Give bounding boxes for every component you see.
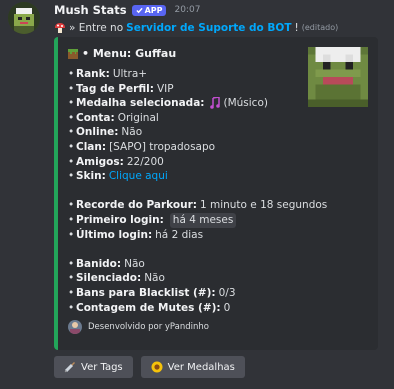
message-prefix: » Entre no [69,21,124,34]
field-online: • Online: Não [68,125,327,140]
view-tags-label: Ver Tags [81,361,123,373]
bullet: • [68,272,75,285]
field-value: 1 minuto e 18 segundos [199,199,328,212]
field-value: Ultra+ [112,68,148,80]
embed-fields: • Rank: Ultra+ • Tag de Perfil: VIP • Medalha… [68,67,327,315]
field-last-login: • Último login: há 2 dias [68,228,327,243]
field-friends: • Amigos: 22/200 [68,155,327,170]
field-label: Bans para Blacklist (#): [76,286,216,299]
field-label: Silenciado: [76,272,142,285]
field-label: Medalha selecionada: [76,97,205,110]
bullet: • [68,68,75,80]
field-account: • Conta: Original [68,111,327,126]
timestamp-chip[interactable]: há 4 meses [169,212,237,228]
field-value: [SAPO] tropadosapo [109,140,216,153]
bullet: • [68,213,75,226]
field-value: VIP [156,82,174,95]
footer-text: Desenvolvido por yPandinho [88,322,209,332]
field-label: Rank: [76,68,110,80]
view-tags-button[interactable]: Ver Tags [54,356,133,378]
app-badge: APP [131,4,167,16]
field-skin: • Skin: Clique aqui [68,169,327,184]
bullet: • [68,257,75,270]
field-label: Conta: [76,111,115,124]
field-label: Skin: [76,170,106,183]
field-value: há 2 dias [155,228,204,241]
bullet: • [68,228,75,241]
bullet: • [68,286,75,299]
bullet: • [68,82,75,95]
field-muted: • Silenciado: Não [68,271,327,286]
support-server-link[interactable]: Servidor de Suporte do BOT [126,22,291,34]
author-name[interactable]: Mush Stats [54,3,127,17]
grass-block-icon [68,48,78,59]
field-parkour-record: • Recorde do Parkour: 1 minuto e 18 segund… [68,198,327,213]
field-label: Clan: [76,140,107,153]
sunflower-icon [151,361,163,373]
field-mute-count: • Contagem de Mutes (#): 0 [68,301,327,316]
syringe-icon [64,362,75,373]
bullet: • [68,97,75,110]
timestamp[interactable]: 20:07 [174,5,200,15]
bullet: • [68,170,75,183]
bot-avatar[interactable] [8,2,40,34]
field-value: Não [124,257,145,270]
field-profile-tag: • Tag de Perfil: VIP [68,82,327,97]
field-value: Não [144,272,165,285]
field-label: Online: [76,126,119,139]
field-value: Não [121,126,143,139]
field-value: Original [117,111,159,124]
bullet: • [68,301,75,314]
message-suffix: ! [294,21,299,34]
embed-footer: Desenvolvido por yPandinho [68,320,209,334]
field-blacklist-bans: • Bans para Blacklist (#): 0/3 [68,286,327,301]
field-label: Amigos: [76,155,124,168]
view-medals-label: Ver Medalhas [167,361,235,373]
field-medal: • Medalha selecionada: (Músico) [68,96,327,111]
bullet: • [68,140,75,153]
field-first-login: • Primeiro login: há 4 meses [68,212,327,228]
embed-title-text: • Menu: Guffau [82,47,177,60]
bullet: • [68,111,75,124]
music-note-icon [210,97,221,110]
mushroom-icon [55,22,65,33]
bullet: • [68,155,75,168]
skin-link[interactable]: Clique aqui [109,169,168,184]
field-value: (Músico) [223,97,268,110]
field-value: 0 [223,301,231,314]
field-value: 0/3 [218,286,236,299]
field-label: Contagem de Mutes (#): [76,301,221,314]
embed-title: • Menu: Guffau [68,47,176,60]
view-medals-button[interactable]: Ver Medalhas [140,356,245,378]
message-header: Mush Stats APP 20:07 [54,2,200,18]
checkmark-icon [135,7,143,13]
action-buttons: Ver Tags Ver Medalhas [54,356,245,378]
bullet: • [68,199,75,212]
field-value: 22/200 [126,155,164,168]
bullet: • [68,126,75,139]
message-content: » Entre no Servidor de Suporte do BOT! (… [54,20,338,35]
field-label: Último login: [76,228,153,241]
field-banned: • Banido: Não [68,257,327,272]
footer-avatar [68,320,82,334]
edited-label: (editado) [301,23,339,32]
field-label: Tag de Perfil: [76,82,154,95]
app-badge-label: APP [144,5,163,15]
field-label: Primeiro login: [76,213,164,226]
field-rank: • Rank: Ultra+ [68,67,327,82]
profile-embed: • Menu: Guffau • Rank: Ultra+ • Tag de Perf… [54,37,378,350]
field-label: Recorde do Parkour: [76,199,197,212]
field-clan: • Clan: [SAPO] tropadosapo [68,140,327,155]
field-label: Banido: [76,257,122,270]
